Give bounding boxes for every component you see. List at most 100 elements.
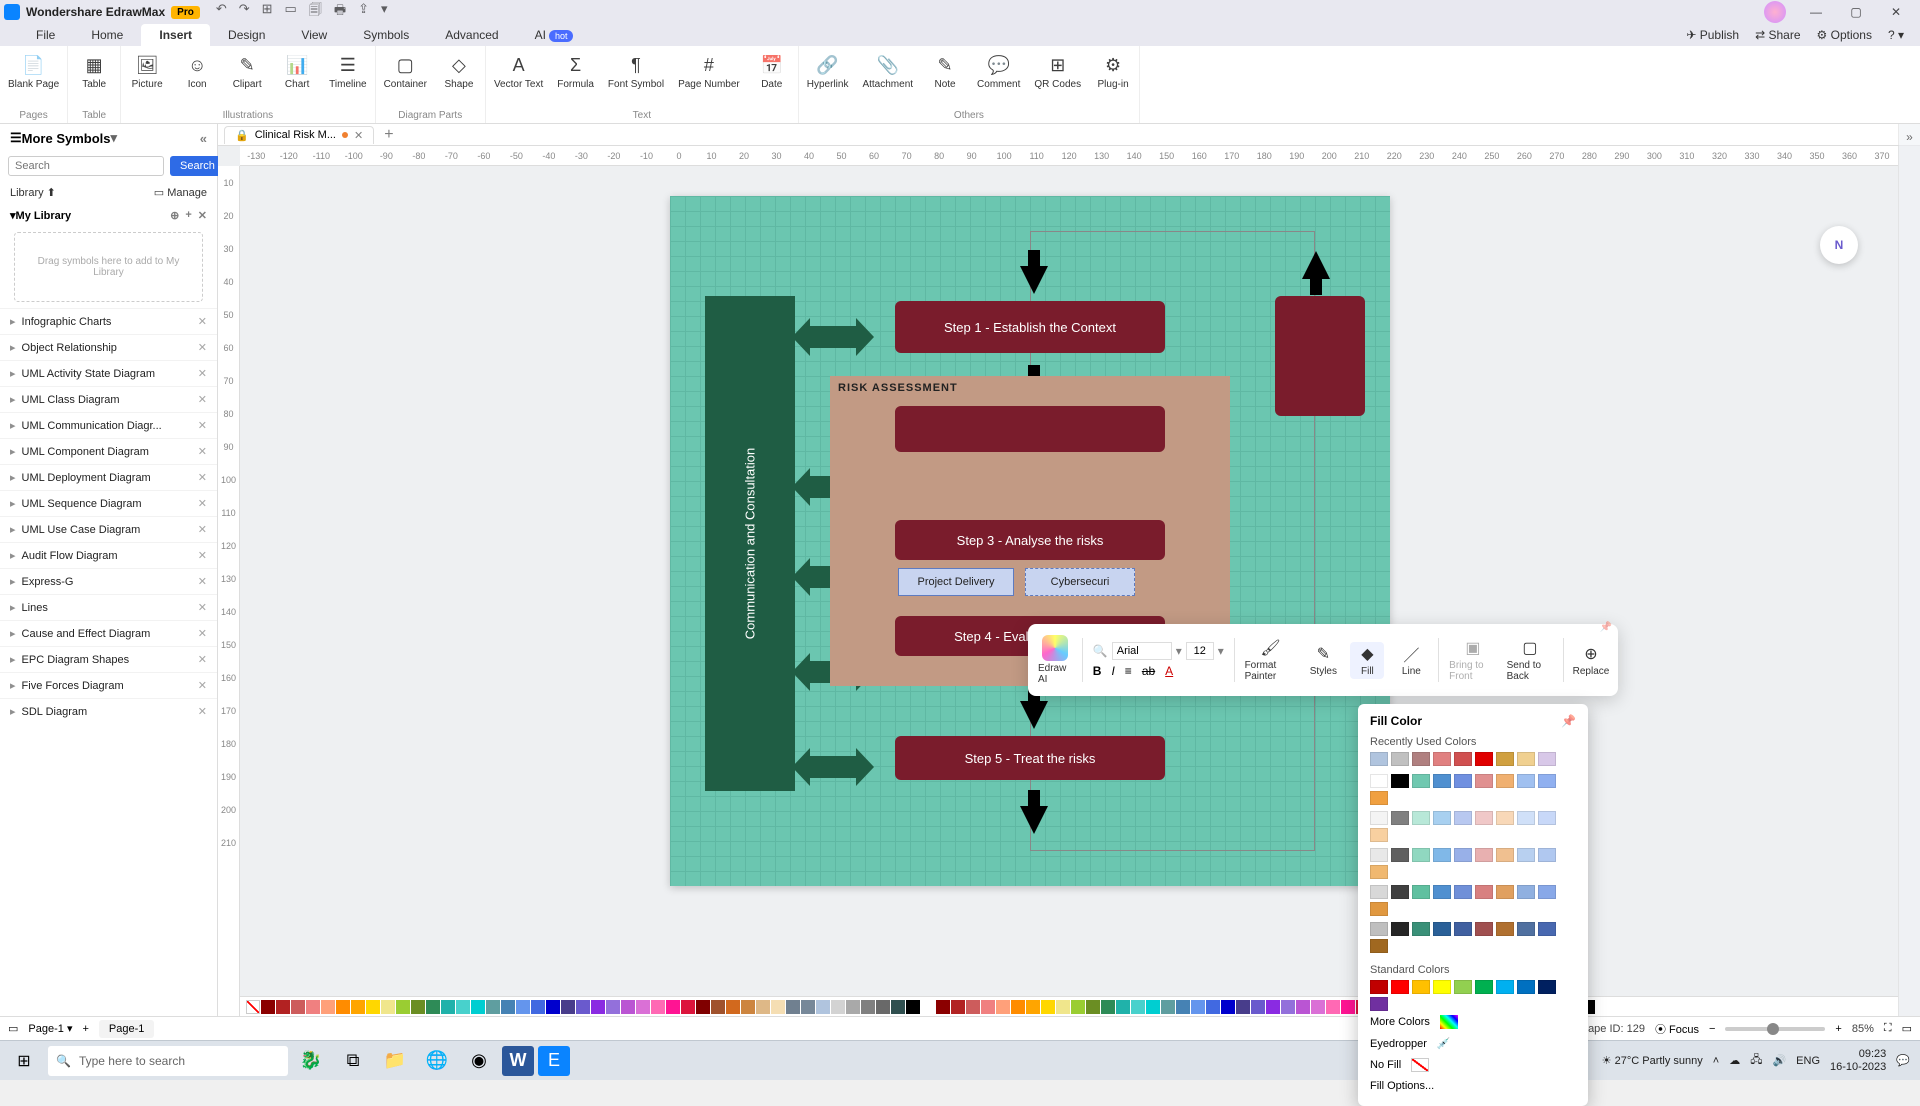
color-swatch[interactable] bbox=[1496, 885, 1514, 899]
color-swatch[interactable] bbox=[1517, 848, 1535, 862]
close-icon[interactable]: ✕ bbox=[198, 705, 207, 718]
category-item[interactable]: ▸EPC Diagram Shapes✕ bbox=[0, 646, 217, 672]
font-name-input[interactable] bbox=[1112, 642, 1172, 660]
color-swatch[interactable] bbox=[1496, 752, 1514, 766]
close-icon[interactable]: ✕ bbox=[198, 653, 207, 666]
color-swatch[interactable] bbox=[1475, 752, 1493, 766]
palette-swatch[interactable] bbox=[681, 1000, 695, 1014]
edge-icon[interactable]: 🌐 bbox=[418, 1045, 456, 1077]
palette-swatch[interactable] bbox=[1191, 1000, 1205, 1014]
page-number-button[interactable]: #Page Number bbox=[678, 54, 740, 90]
palette-swatch[interactable] bbox=[1161, 1000, 1175, 1014]
color-swatch[interactable] bbox=[1517, 774, 1535, 788]
palette-swatch[interactable] bbox=[426, 1000, 440, 1014]
styles-button[interactable]: ✎Styles bbox=[1306, 644, 1340, 677]
no-fill-swatch[interactable] bbox=[246, 1000, 260, 1014]
color-swatch[interactable] bbox=[1538, 885, 1556, 899]
arrow-up-icon[interactable] bbox=[1302, 251, 1330, 279]
color-swatch[interactable] bbox=[1412, 885, 1430, 899]
tab-design[interactable]: Design bbox=[210, 24, 283, 46]
color-swatch[interactable] bbox=[1412, 752, 1430, 766]
color-swatch[interactable] bbox=[1454, 848, 1472, 862]
close-icon[interactable]: ✕ bbox=[198, 601, 207, 614]
close-icon[interactable]: ✕ bbox=[198, 627, 207, 640]
palette-swatch[interactable] bbox=[1281, 1000, 1295, 1014]
color-swatch[interactable] bbox=[1391, 811, 1409, 825]
palette-swatch[interactable] bbox=[936, 1000, 950, 1014]
page-dropdown[interactable]: Page-1 ▾ bbox=[28, 1022, 72, 1035]
close-button[interactable]: ✕ bbox=[1876, 5, 1916, 19]
qat-icon[interactable]: ⊞ bbox=[262, 1, 273, 23]
fill-options[interactable]: Fill Options... bbox=[1370, 1076, 1576, 1096]
color-swatch[interactable] bbox=[1538, 774, 1556, 788]
redo-icon[interactable]: ↷ bbox=[239, 1, 250, 23]
more-colors-option[interactable]: More Colors bbox=[1370, 1011, 1576, 1033]
table-button[interactable]: ▦Table bbox=[76, 54, 112, 90]
palette-swatch[interactable] bbox=[831, 1000, 845, 1014]
palette-swatch[interactable] bbox=[1311, 1000, 1325, 1014]
color-swatch[interactable] bbox=[1370, 980, 1388, 994]
picture-button[interactable]: 🖼Picture bbox=[129, 54, 165, 90]
publish-button[interactable]: ✈ Publish bbox=[1686, 28, 1739, 42]
palette-swatch[interactable] bbox=[1146, 1000, 1160, 1014]
fullscreen-icon[interactable]: ▭ bbox=[1902, 1022, 1912, 1035]
edrawmax-icon[interactable]: E bbox=[538, 1046, 570, 1076]
close-icon[interactable]: ✕ bbox=[198, 523, 207, 536]
library-label[interactable]: Library ⬆ bbox=[10, 186, 56, 199]
palette-swatch[interactable] bbox=[1116, 1000, 1130, 1014]
category-item[interactable]: ▸Audit Flow Diagram✕ bbox=[0, 542, 217, 568]
palette-swatch[interactable] bbox=[1026, 1000, 1040, 1014]
color-swatch[interactable] bbox=[1391, 885, 1409, 899]
color-swatch[interactable] bbox=[1370, 752, 1388, 766]
tab-symbols[interactable]: Symbols bbox=[345, 24, 427, 46]
category-item[interactable]: ▸Object Relationship✕ bbox=[0, 334, 217, 360]
palette-swatch[interactable] bbox=[591, 1000, 605, 1014]
color-swatch[interactable] bbox=[1517, 811, 1535, 825]
palette-swatch[interactable] bbox=[1011, 1000, 1025, 1014]
palette-swatch[interactable] bbox=[381, 1000, 395, 1014]
page-list-icon[interactable]: ▭ bbox=[8, 1022, 18, 1035]
manage-button[interactable]: ▭ Manage bbox=[154, 186, 207, 199]
palette-swatch[interactable] bbox=[1596, 1000, 1610, 1014]
monitoring-column[interactable] bbox=[1275, 296, 1365, 416]
weather-widget[interactable]: ☀ 27°C Partly sunny bbox=[1602, 1054, 1703, 1067]
color-swatch[interactable] bbox=[1496, 774, 1514, 788]
tray-chevron-icon[interactable]: ˄ bbox=[1713, 1055, 1719, 1067]
undo-icon[interactable]: ↶ bbox=[216, 1, 227, 23]
font-symbol-button[interactable]: ¶Font Symbol bbox=[608, 54, 664, 90]
close-icon[interactable]: ✕ bbox=[198, 445, 207, 458]
step5-box[interactable]: Step 5 - Treat the risks bbox=[895, 736, 1165, 780]
color-swatch[interactable] bbox=[1412, 980, 1430, 994]
category-item[interactable]: ▸UML Communication Diagr...✕ bbox=[0, 412, 217, 438]
chrome-icon[interactable]: ◉ bbox=[460, 1045, 498, 1077]
page-tab[interactable]: Page-1 bbox=[99, 1020, 154, 1038]
qat-icon[interactable]: 🗐 bbox=[309, 1, 322, 23]
color-swatch[interactable] bbox=[1370, 902, 1388, 916]
category-item[interactable]: ▸UML Deployment Diagram✕ bbox=[0, 464, 217, 490]
color-swatch[interactable] bbox=[1496, 811, 1514, 825]
color-swatch[interactable] bbox=[1496, 922, 1514, 936]
palette-swatch[interactable] bbox=[486, 1000, 500, 1014]
help-icon[interactable]: ? ▾ bbox=[1888, 28, 1904, 42]
chart-button[interactable]: 📊Chart bbox=[279, 54, 315, 90]
palette-swatch[interactable] bbox=[651, 1000, 665, 1014]
palette-swatch[interactable] bbox=[816, 1000, 830, 1014]
color-swatch[interactable] bbox=[1538, 752, 1556, 766]
cortana-icon[interactable]: 🐉 bbox=[292, 1045, 330, 1077]
color-swatch[interactable] bbox=[1433, 848, 1451, 862]
tab-view[interactable]: View bbox=[283, 24, 345, 46]
italic-button[interactable]: I bbox=[1111, 664, 1114, 678]
color-swatch[interactable] bbox=[1433, 774, 1451, 788]
zoom-plus-button[interactable]: + bbox=[1835, 1023, 1841, 1035]
palette-swatch[interactable] bbox=[441, 1000, 455, 1014]
fit-page-icon[interactable]: ⛶ bbox=[1884, 1022, 1892, 1035]
color-swatch[interactable] bbox=[1370, 939, 1388, 953]
category-item[interactable]: ▸UML Class Diagram✕ bbox=[0, 386, 217, 412]
tab-home[interactable]: Home bbox=[73, 24, 141, 46]
color-swatch[interactable] bbox=[1517, 922, 1535, 936]
pin-icon[interactable]: 📌 bbox=[1561, 714, 1576, 728]
color-swatch[interactable] bbox=[1433, 885, 1451, 899]
date-button[interactable]: 📅Date bbox=[754, 54, 790, 90]
format-painter-button[interactable]: 🖌Format Painter bbox=[1245, 638, 1297, 682]
right-panel-toggle[interactable]: » bbox=[1898, 124, 1920, 1016]
